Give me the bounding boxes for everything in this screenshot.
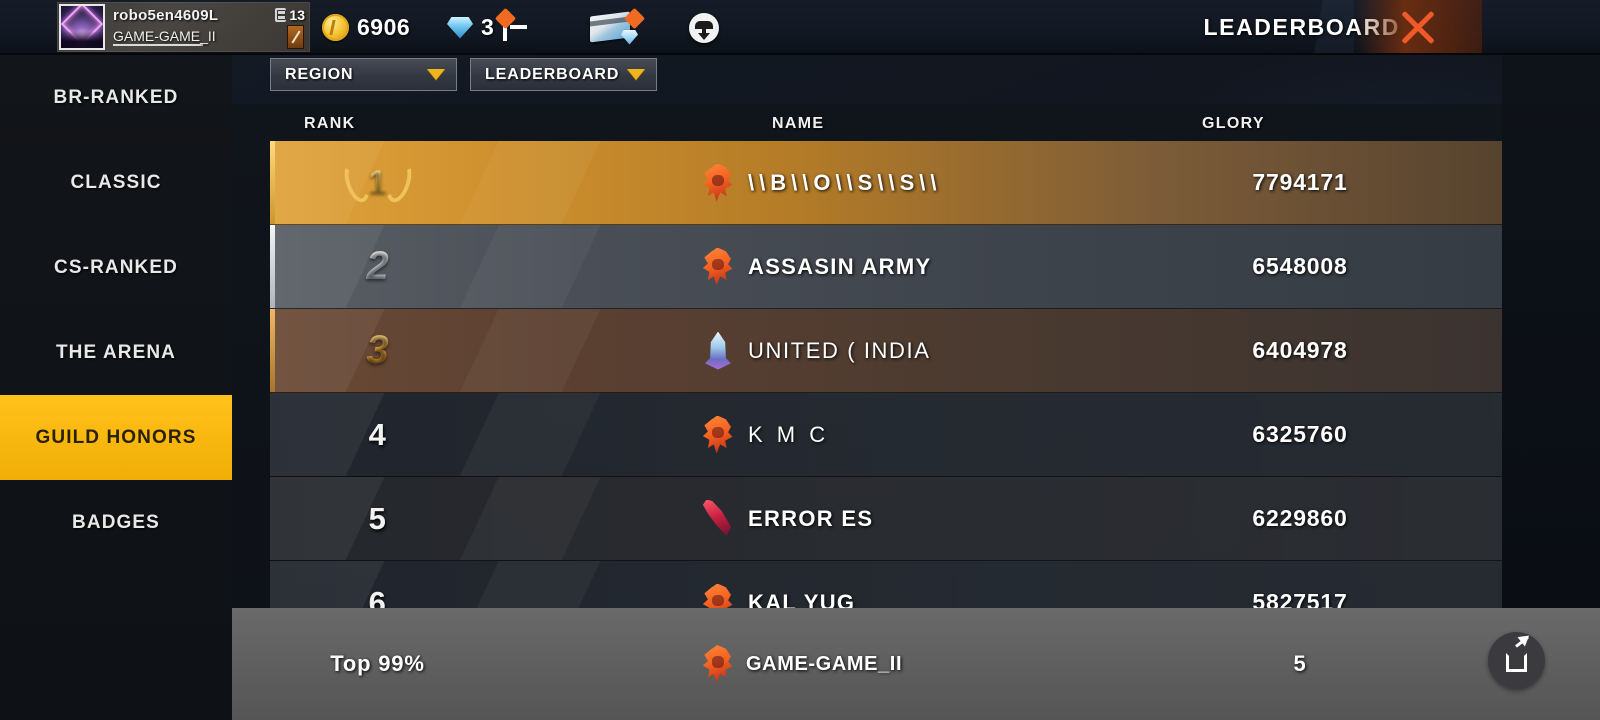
player-level-value: 13 <box>289 7 305 23</box>
diamond-currency[interactable]: 3 <box>447 7 517 41</box>
cell-rank: 1 <box>270 141 485 224</box>
cell-glory: 6229860 <box>1170 477 1430 560</box>
table-row[interactable]: 5 ERROR ES 6229860 <box>270 477 1502 561</box>
glory-value: 6325760 <box>1252 421 1348 447</box>
table-row[interactable]: 2 ASSASIN ARMY 6548008 <box>270 225 1502 309</box>
cell-glory: 6325760 <box>1170 393 1430 476</box>
player-glory-value: 5 <box>1293 651 1307 676</box>
leaderboard-table: RANK NAME GLORY 1 \\B\\O\\S\\S\\ 7794171… <box>232 104 1502 664</box>
top-bar: robo5en4609L GAME-GAME_II 13 6906 3 LEAD… <box>0 0 1600 55</box>
lion-emblem-icon <box>702 247 733 286</box>
cell-player-glory: 5 <box>1170 608 1430 720</box>
cloud-download-button[interactable] <box>689 12 719 43</box>
region-dropdown-label: REGION <box>285 65 354 83</box>
chevron-down-icon <box>627 69 645 80</box>
cell-name: ERROR ES <box>700 477 1130 560</box>
sidebar-item-label: CLASSIC <box>70 171 162 193</box>
glory-value: 7794171 <box>1252 169 1348 195</box>
cloud-download-icon <box>689 12 719 43</box>
table-row[interactable]: 1 \\B\\O\\S\\S\\ 7794171 <box>270 141 1502 225</box>
cell-player-rank: Top 99% <box>270 608 485 720</box>
guild-name: \\B\\O\\S\\S\\ <box>748 169 942 195</box>
rank-value: 4 <box>368 416 387 452</box>
sidebar-item-label: BADGES <box>72 511 160 533</box>
column-header-rank: RANK <box>304 115 356 132</box>
table-row[interactable]: 4 K M C 6325760 <box>270 393 1502 477</box>
sidebar-item-br-ranked[interactable]: BR-RANKED <box>0 55 232 140</box>
glory-value: 6404978 <box>1252 337 1348 363</box>
column-header-glory: GLORY <box>1202 115 1265 132</box>
region-dropdown[interactable]: REGION <box>270 58 457 91</box>
cell-rank: 5 <box>270 477 485 560</box>
sidebar-item-label: GUILD HONORS <box>35 426 197 448</box>
cell-rank: 3 <box>270 309 485 392</box>
leaderboard-dropdown[interactable]: LEADERBOARD <box>470 58 657 91</box>
rank-value: 1 <box>368 164 387 200</box>
player-level: 13 <box>275 7 305 23</box>
sidebar-item-badges[interactable]: BADGES <box>0 480 232 565</box>
gold-currency[interactable]: 6906 <box>322 14 410 41</box>
sidebar: BR-RANKED CLASSIC CS-RANKED THE ARENA GU… <box>0 55 232 720</box>
sidebar-item-guild-honors[interactable]: GUILD HONORS <box>0 395 232 480</box>
cell-name: UNITED ( INDIA <box>700 309 1130 392</box>
table-body: 1 \\B\\O\\S\\S\\ 7794171 2 ASSASIN ARMY … <box>270 141 1502 645</box>
crystal-tower-emblem-icon <box>705 331 731 370</box>
player-avatar[interactable] <box>59 4 105 50</box>
player-top-percent: Top 99% <box>330 651 425 676</box>
chevron-down-icon <box>427 69 445 80</box>
player-name: robo5en4609L <box>113 6 219 24</box>
sidebar-item-the-arena[interactable]: THE ARENA <box>0 310 232 395</box>
player-guild-name: GAME-GAME_II <box>113 27 216 44</box>
sidebar-item-label: THE ARENA <box>55 341 177 363</box>
level-badge-icon <box>275 8 287 22</box>
close-button[interactable] <box>1354 0 1482 55</box>
cell-name: ASSASIN ARMY <box>700 225 1130 308</box>
sidebar-item-classic[interactable]: CLASSIC <box>0 140 232 225</box>
glory-value: 6229860 <box>1252 505 1348 531</box>
lion-emblem-icon <box>702 645 733 683</box>
silver-rank-icon: 2 <box>366 244 389 288</box>
glory-value: 6548008 <box>1252 253 1348 279</box>
column-header-name: NAME <box>772 115 825 132</box>
sidebar-item-label: BR-RANKED <box>53 86 179 108</box>
gold-amount: 6906 <box>357 14 411 40</box>
share-button[interactable] <box>1488 632 1545 689</box>
bronze-rank-icon: 3 <box>366 328 389 372</box>
lion-emblem-icon <box>702 415 733 454</box>
table-header-row: RANK NAME GLORY <box>232 104 1502 141</box>
gold-coin-icon <box>322 14 349 41</box>
diamond-icon <box>447 16 473 39</box>
sidebar-item-label: CS-RANKED <box>54 256 178 278</box>
cell-glory: 6548008 <box>1170 225 1430 308</box>
gold-laurel-wreath-icon: 1 <box>339 155 416 211</box>
diamond-amount: 3 <box>481 14 495 40</box>
player-profile-card[interactable]: robo5en4609L GAME-GAME_II 13 <box>57 2 310 52</box>
guild-name: UNITED ( INDIA <box>748 337 931 363</box>
guild-name: ASSASIN ARMY <box>748 253 932 279</box>
cell-glory: 7794171 <box>1170 141 1430 224</box>
table-row[interactable]: 3 UNITED ( INDIA 6404978 <box>270 309 1502 393</box>
claw-emblem-icon <box>702 499 731 536</box>
player-rank-bar: Top 99% GAME-GAME_II 5 <box>232 608 1600 720</box>
guild-name: ERROR ES <box>748 505 874 531</box>
leaderboard-dropdown-label: LEADERBOARD <box>485 65 620 83</box>
rank-value: 5 <box>368 500 387 536</box>
share-icon <box>1506 636 1529 672</box>
cell-name: \\B\\O\\S\\S\\ <box>700 141 1130 224</box>
cell-glory: 6404978 <box>1170 309 1430 392</box>
cell-player-name: GAME-GAME_II <box>700 608 1130 720</box>
filter-bar: REGION LEADERBOARD <box>270 58 657 91</box>
sidebar-item-cs-ranked[interactable]: CS-RANKED <box>0 225 232 310</box>
edit-pencil-icon[interactable] <box>287 25 304 49</box>
cell-name: K M C <box>700 393 1130 476</box>
cell-rank: 4 <box>270 393 485 476</box>
guild-name: K M C <box>748 421 830 447</box>
player-guild-name: GAME-GAME_II <box>746 652 903 675</box>
cell-rank: 2 <box>270 225 485 308</box>
store-shortcut[interactable] <box>588 7 646 45</box>
guild-underline <box>113 44 203 47</box>
lion-emblem-icon <box>702 163 733 202</box>
